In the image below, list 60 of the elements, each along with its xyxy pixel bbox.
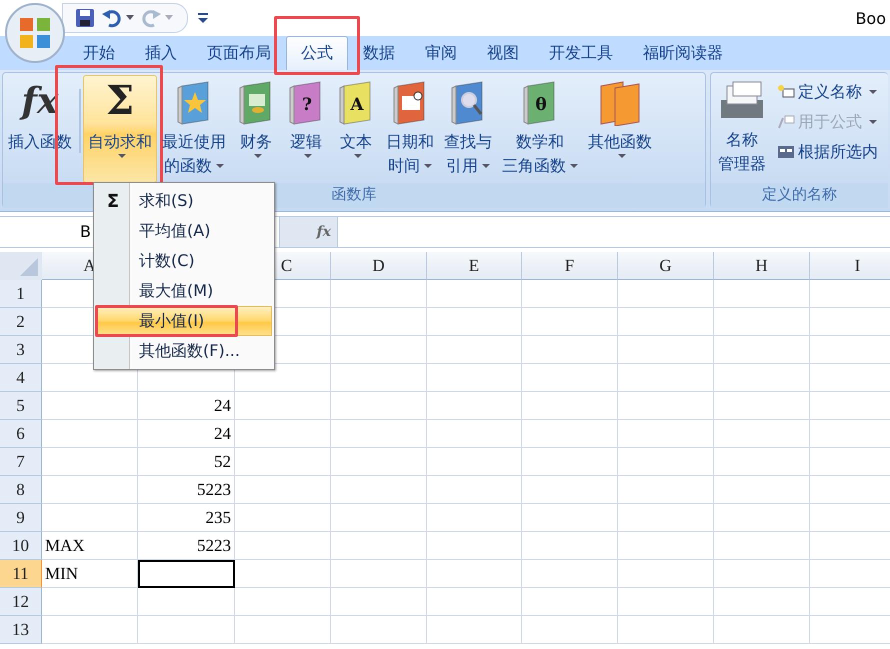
ribbon-button[interactable]: 日期和 时间 bbox=[381, 75, 439, 183]
redo-icon[interactable] bbox=[140, 8, 162, 28]
undo-icon[interactable] bbox=[101, 8, 123, 28]
row-header[interactable]: 8 bbox=[0, 476, 42, 504]
ribbon-button[interactable]: 定义名称 bbox=[777, 79, 878, 105]
ribbon-tab[interactable]: 福昕阅读器 bbox=[628, 36, 738, 70]
ribbon-tab[interactable]: 页面布局 bbox=[192, 36, 286, 70]
row-header[interactable]: 7 bbox=[0, 448, 42, 476]
ribbon-tab[interactable]: 开发工具 bbox=[534, 36, 628, 70]
ribbon-button[interactable]: 其他函数 bbox=[583, 75, 657, 183]
customize-toolbar-icon[interactable] bbox=[198, 12, 208, 24]
table-cell: MIN bbox=[42, 560, 138, 588]
ribbon-button[interactable]: 财务 bbox=[231, 75, 281, 183]
row-header[interactable]: 6 bbox=[0, 420, 42, 448]
row-header[interactable]: 1 bbox=[0, 280, 42, 308]
function-icon bbox=[777, 114, 795, 130]
column-header[interactable]: G bbox=[618, 252, 714, 280]
name-manager-button[interactable]: 名称 管理器 bbox=[711, 75, 773, 183]
ribbon-button[interactable]: ? 逻辑 bbox=[281, 75, 331, 183]
table-cell: 52 bbox=[138, 448, 235, 476]
window-title: Boo bbox=[855, 8, 886, 28]
save-icon[interactable] bbox=[75, 8, 95, 28]
table-cell: 5223 bbox=[138, 532, 235, 560]
row-header[interactable]: 12 bbox=[0, 588, 42, 616]
table-cell: 235 bbox=[138, 504, 235, 532]
ribbon-button[interactable]: θ 数学和 三角函数 bbox=[497, 75, 583, 183]
ribbon-tab[interactable]: 公式 bbox=[286, 36, 348, 70]
column-header[interactable]: H bbox=[714, 252, 810, 280]
group-title: 定义的名称 bbox=[711, 183, 888, 208]
table-cell: 5223 bbox=[138, 476, 235, 504]
row-header[interactable]: 3 bbox=[0, 336, 42, 364]
table-cell: MAX bbox=[42, 532, 138, 560]
ribbon-button[interactable]: Σ 自动求和 bbox=[83, 75, 157, 183]
row-header[interactable]: 4 bbox=[0, 364, 42, 392]
column-header[interactable]: F bbox=[522, 252, 618, 280]
table-icon bbox=[777, 144, 795, 160]
insert-function-button[interactable]: fx bbox=[280, 217, 338, 247]
ribbon-tab[interactable]: 视图 bbox=[472, 36, 534, 70]
table-cell: 24 bbox=[138, 392, 235, 420]
column-header[interactable]: D bbox=[331, 252, 427, 280]
menu-item[interactable]: 平均值(A) bbox=[96, 216, 272, 246]
row-header[interactable]: 11 bbox=[0, 560, 42, 588]
menu-item[interactable]: 其他函数(F)... bbox=[96, 336, 272, 366]
ribbon-button[interactable]: 根据所选内 bbox=[777, 139, 878, 165]
ribbon-tab[interactable]: 插入 bbox=[130, 36, 192, 70]
ribbon-tab[interactable]: 开始 bbox=[68, 36, 130, 70]
row-header[interactable]: 13 bbox=[0, 616, 42, 644]
ribbon-tab[interactable]: 审阅 bbox=[410, 36, 472, 70]
table-cell: 24 bbox=[138, 420, 235, 448]
label-icon bbox=[777, 84, 795, 100]
row-header[interactable]: 2 bbox=[0, 308, 42, 336]
column-header[interactable]: I bbox=[810, 252, 890, 280]
row-header[interactable]: 5 bbox=[0, 392, 42, 420]
ribbon-button[interactable]: A 文本 bbox=[331, 75, 381, 183]
ribbon-button[interactable]: 查找与 引用 bbox=[439, 75, 497, 183]
column-header[interactable]: E bbox=[427, 252, 522, 280]
ribbon-tab[interactable]: 数据 bbox=[348, 36, 410, 70]
row-header[interactable]: 10 bbox=[0, 532, 42, 560]
caret-icon[interactable] bbox=[126, 15, 134, 21]
row-header[interactable]: 9 bbox=[0, 504, 42, 532]
